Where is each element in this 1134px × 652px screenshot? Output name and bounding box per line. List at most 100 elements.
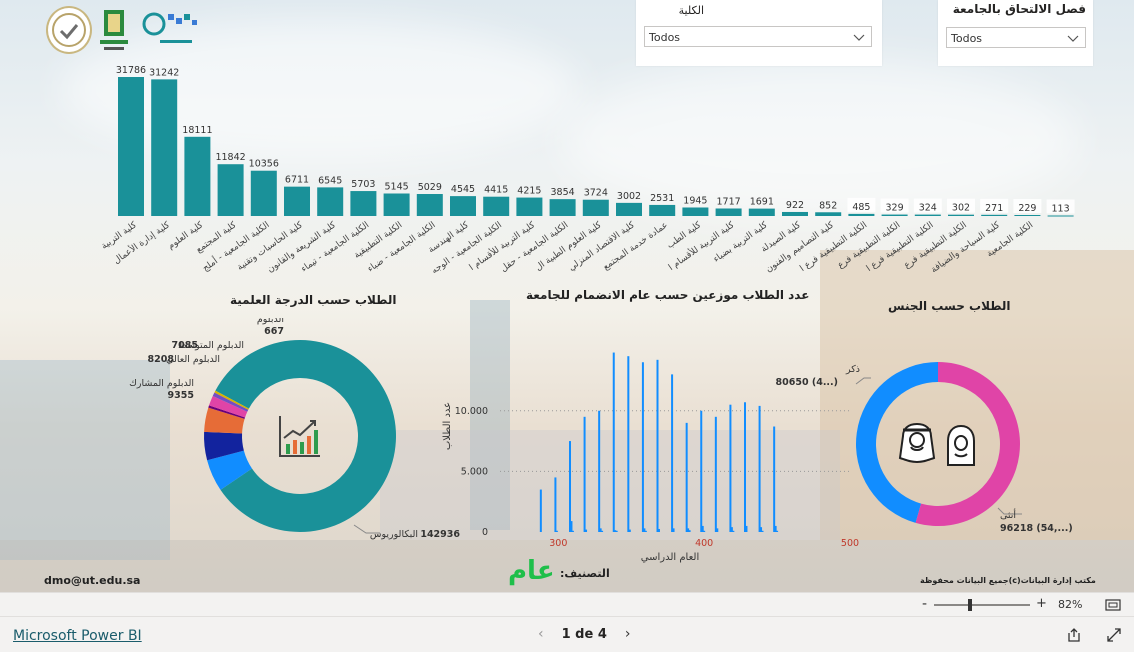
college-bar-value: 271 [985, 203, 1003, 214]
year-bar[interactable] [671, 374, 674, 532]
gender-slice-label: ذكر [845, 364, 860, 375]
year-bar[interactable] [729, 404, 732, 532]
semester-slicer-title: فصل الالتحاق بالجامعة [952, 2, 1086, 16]
college-bar[interactable] [483, 196, 510, 216]
college-bar[interactable] [848, 213, 875, 216]
x-tick-label: 300 [549, 538, 567, 549]
college-bar[interactable] [782, 211, 808, 216]
y-axis-label: عدد الطلاب [442, 402, 453, 450]
year-bar[interactable] [700, 410, 703, 532]
college-bar-value: 302 [952, 203, 970, 214]
college-bar-value: 852 [819, 200, 837, 211]
college-bar-value: 5145 [385, 182, 409, 193]
college-bar-value: 1691 [750, 197, 774, 208]
college-bar-value: 324 [919, 203, 937, 214]
year-bar[interactable] [628, 529, 631, 532]
year-bar[interactable] [585, 529, 588, 532]
gender-slice-value: 80650 (4...) [776, 377, 838, 388]
college-bar[interactable] [914, 214, 941, 216]
share-icon[interactable] [1066, 627, 1082, 643]
year-bar[interactable] [583, 416, 586, 532]
college-bar[interactable] [549, 199, 576, 216]
year-bar[interactable] [601, 530, 604, 532]
year-bar[interactable] [685, 422, 688, 532]
year-bar[interactable] [598, 410, 601, 532]
year-chart-title: عدد الطلاب موزعين حسب عام الانضمام للجام… [526, 288, 810, 302]
college-bar-value: 31786 [116, 65, 146, 76]
year-bar[interactable] [657, 528, 660, 532]
zoom-in-button[interactable]: + [1036, 596, 1047, 611]
college-bar[interactable] [815, 212, 842, 216]
zoom-slider[interactable] [934, 599, 1030, 611]
next-page-button[interactable]: › [625, 626, 631, 642]
college-bar[interactable] [682, 207, 709, 216]
college-bar[interactable] [284, 186, 310, 216]
year-bar[interactable] [773, 426, 776, 532]
college-bar[interactable] [151, 79, 178, 216]
college-bar[interactable] [616, 202, 642, 216]
x-axis-label: العام الدراسي [641, 552, 699, 563]
year-bar[interactable] [644, 530, 647, 532]
university-of-tabuk-logo [96, 6, 132, 54]
year-bar[interactable] [758, 405, 761, 532]
previous-page-button[interactable]: ‹ [538, 626, 544, 642]
college-dropdown-value: Todos [649, 31, 681, 44]
college-dropdown[interactable]: Todos [644, 26, 872, 47]
year-bar[interactable] [539, 489, 542, 532]
y-tick-label: 5.000 [461, 466, 488, 477]
college-bar-value: 5029 [418, 182, 442, 193]
year-bar[interactable] [570, 521, 573, 532]
year-bar[interactable] [714, 416, 717, 532]
year-bar[interactable] [615, 530, 618, 532]
college-bar[interactable] [1047, 215, 1074, 217]
college-bar[interactable] [250, 170, 277, 216]
gender-slice-value: 96218 (54,...) [1000, 523, 1073, 534]
semester-dropdown-value: Todos [951, 32, 983, 45]
degree-slice-value: 667 [264, 326, 284, 337]
college-bar[interactable] [317, 187, 344, 216]
college-bar[interactable] [715, 208, 742, 216]
year-bar[interactable] [571, 530, 574, 532]
college-bar[interactable] [881, 214, 908, 216]
year-bar[interactable] [641, 362, 644, 532]
zoom-out-button[interactable]: - [922, 596, 927, 612]
power-bi-link[interactable]: Microsoft Power BI [13, 628, 142, 644]
college-bar-value: 113 [1052, 204, 1070, 215]
college-bar-value: 4215 [517, 186, 541, 197]
year-bar[interactable] [688, 530, 691, 532]
year-bar[interactable] [716, 528, 719, 532]
year-bar[interactable] [732, 530, 735, 532]
year-bar[interactable] [744, 402, 746, 532]
year-bar[interactable] [612, 352, 615, 532]
college-bar[interactable] [981, 214, 1008, 216]
college-bar-value: 6711 [285, 175, 309, 186]
college-bar-value: 922 [786, 200, 804, 211]
year-bar[interactable] [555, 530, 558, 532]
year-bar[interactable] [627, 356, 630, 532]
year-bar[interactable] [672, 528, 675, 532]
report-canvas: الكلية Todos فصل الالتحاق بالجامعة Todos… [0, 0, 1134, 592]
year-bar[interactable] [761, 530, 764, 532]
college-bar[interactable] [416, 194, 443, 216]
college-bar[interactable] [184, 136, 211, 216]
college-bar[interactable] [383, 193, 410, 216]
fit-to-page-icon[interactable] [1105, 599, 1121, 611]
year-bar[interactable] [745, 525, 748, 532]
year-bar[interactable] [554, 477, 557, 532]
year-bar[interactable] [569, 441, 571, 532]
college-bar[interactable] [582, 199, 609, 216]
college-bar[interactable] [450, 196, 476, 216]
semester-dropdown[interactable]: Todos [946, 27, 1086, 48]
college-bar[interactable] [1014, 214, 1041, 216]
zoom-slider-thumb[interactable] [968, 599, 972, 611]
college-bar[interactable] [118, 77, 144, 216]
college-bar[interactable] [649, 204, 676, 216]
college-bar[interactable] [948, 214, 974, 216]
college-bar[interactable] [516, 197, 543, 216]
year-bar[interactable] [656, 359, 659, 532]
college-bar[interactable] [217, 164, 244, 216]
college-bar[interactable] [350, 191, 377, 216]
year-bar[interactable] [703, 530, 706, 532]
college-bar[interactable] [748, 208, 775, 216]
fullscreen-icon[interactable] [1106, 627, 1122, 643]
